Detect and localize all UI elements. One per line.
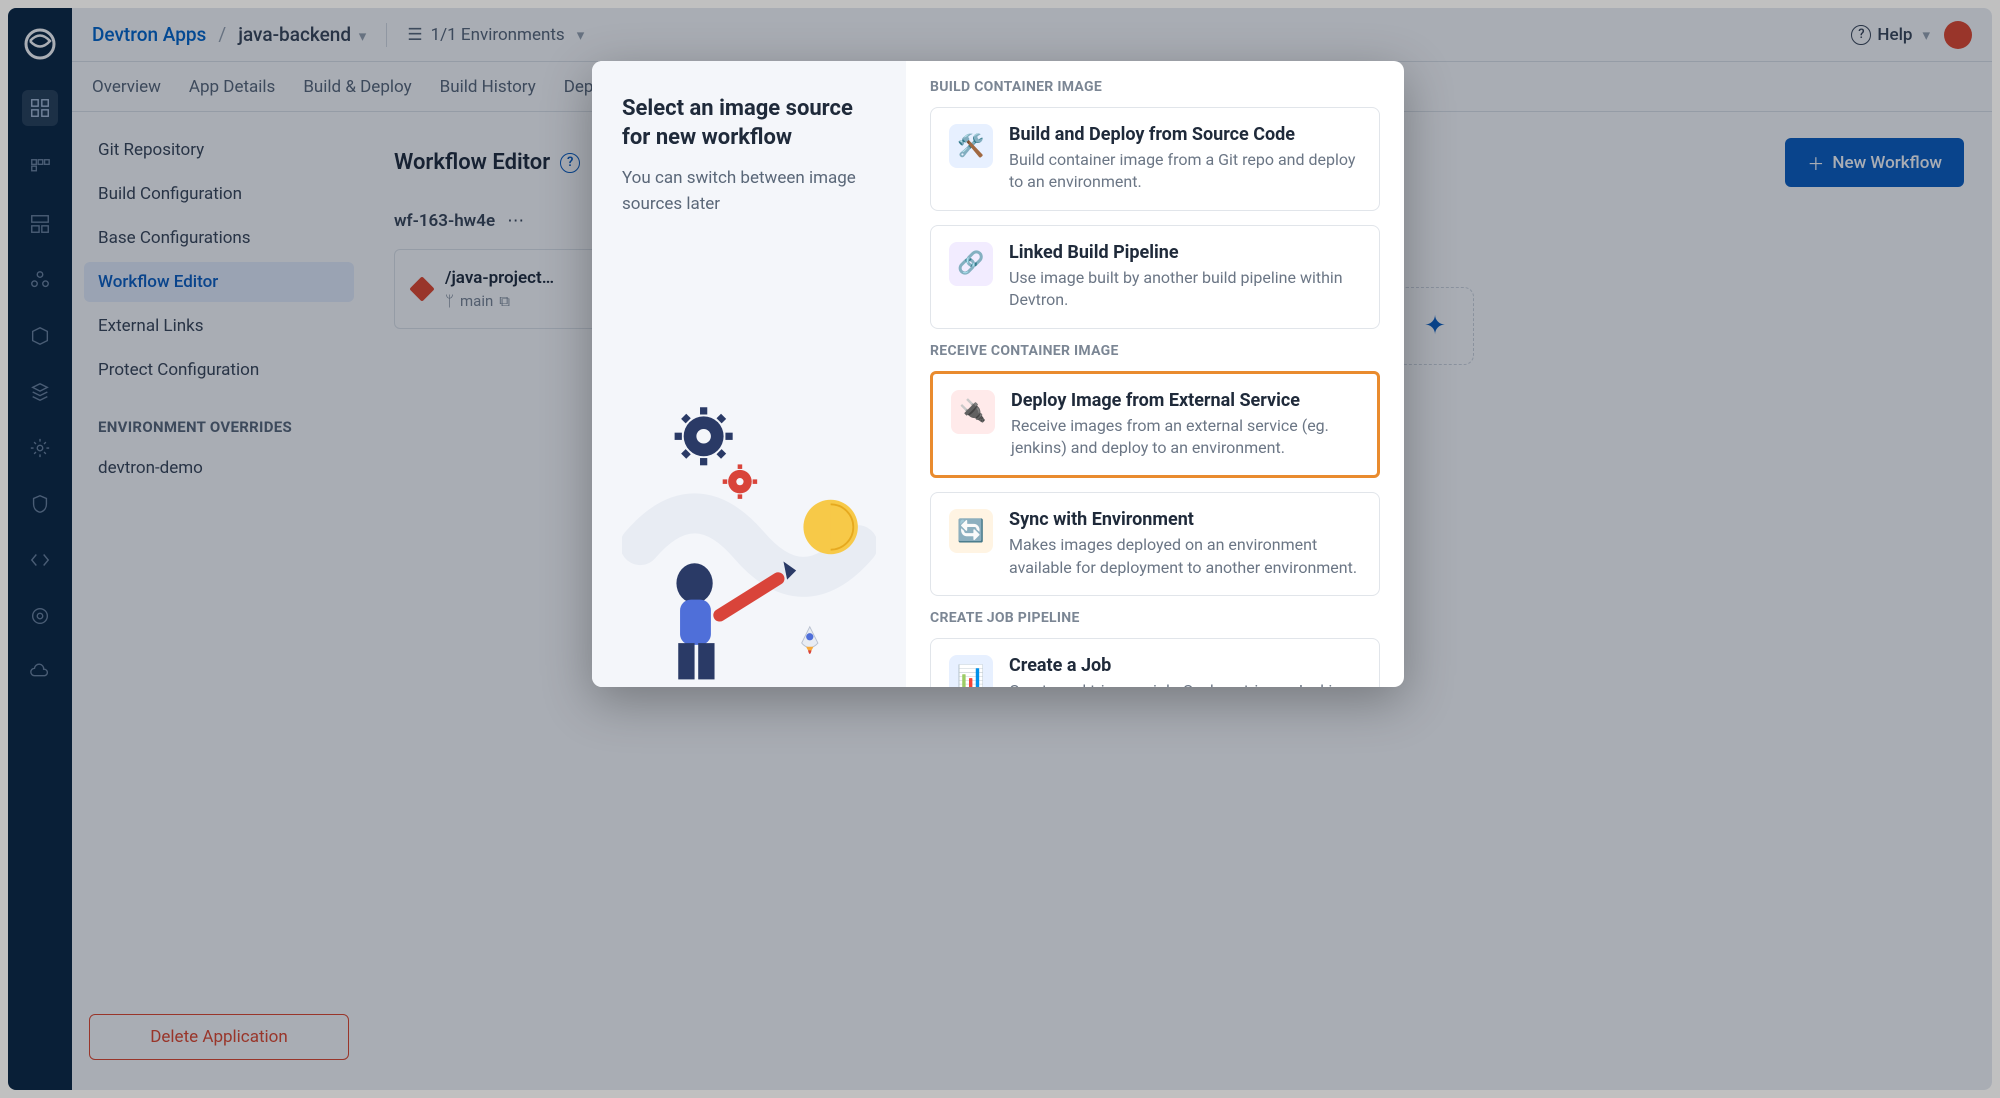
linked-pipeline-icon: 🔗 (949, 242, 993, 286)
option-build-source[interactable]: 🛠️ Build and Deploy from Source Code Bui… (930, 107, 1380, 211)
option-desc: Build container image from a Git repo an… (1009, 149, 1361, 194)
option-desc: Use image built by another build pipelin… (1009, 267, 1361, 312)
option-desc: Receive images from an external service … (1011, 415, 1359, 460)
build-source-icon: 🛠️ (949, 124, 993, 168)
modal-right-panel: BUILD CONTAINER IMAGE 🛠️ Build and Deplo… (906, 61, 1404, 687)
option-create-job[interactable]: 📊 Create a Job Create and trigger a job.… (930, 638, 1380, 687)
sync-env-icon: 🔄 (949, 509, 993, 553)
modal-illustration (622, 217, 876, 687)
image-source-modal: Select an image source for new workflow … (592, 61, 1404, 687)
option-title: Linked Build Pipeline (1009, 242, 1361, 263)
modal-left-panel: Select an image source for new workflow … (592, 61, 906, 687)
create-job-icon: 📊 (949, 655, 993, 687)
option-title: Deploy Image from External Service (1011, 390, 1359, 411)
option-title: Build and Deploy from Source Code (1009, 124, 1361, 145)
option-title: Sync with Environment (1009, 509, 1361, 530)
section-label-receive: RECEIVE CONTAINER IMAGE (930, 343, 1380, 359)
option-desc: Create and trigger a job. Such as trigge… (1009, 680, 1361, 687)
option-desc: Makes images deployed on an environment … (1009, 534, 1361, 579)
option-external-service[interactable]: 🔌 Deploy Image from External Service Rec… (930, 371, 1380, 479)
option-sync-env[interactable]: 🔄 Sync with Environment Makes images dep… (930, 492, 1380, 596)
option-linked-pipeline[interactable]: 🔗 Linked Build Pipeline Use image built … (930, 225, 1380, 329)
option-title: Create a Job (1009, 655, 1361, 676)
section-label-job: CREATE JOB PIPELINE (930, 610, 1380, 626)
external-service-icon: 🔌 (951, 390, 995, 434)
section-label-build: BUILD CONTAINER IMAGE (930, 79, 1380, 95)
modal-subtitle: You can switch between image sources lat… (622, 166, 876, 217)
modal-title: Select an image source for new workflow (622, 95, 876, 152)
